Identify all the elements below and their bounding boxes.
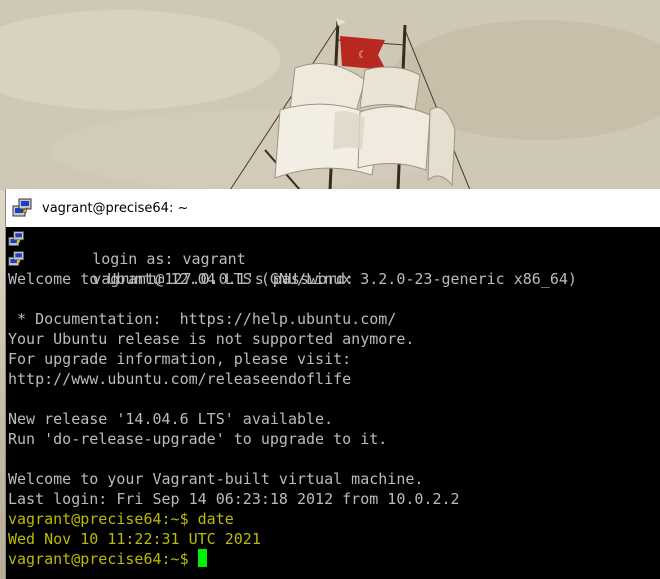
terminal-line: vagrant@precise64:~$	[8, 549, 207, 569]
terminal-cursor	[197, 549, 207, 567]
terminal-line: For upgrade information, please visit:	[8, 350, 352, 368]
window-titlebar[interactable]: vagrant@precise64: ~	[6, 189, 660, 228]
putty-icon	[12, 198, 32, 217]
putty-icon	[8, 251, 24, 266]
date-output: Wed Nov 10 11:22:31 UTC 2021	[8, 530, 261, 548]
putty-terminal-window[interactable]: vagrant@precise64: ~ login as: vagrant v…	[6, 189, 660, 579]
putty-icon	[8, 231, 24, 246]
terminal-line: New release '14.04.6 LTS' available.	[8, 410, 334, 428]
shell-prompt: vagrant@precise64:~$	[8, 550, 198, 568]
terminal-line: Wed Nov 10 11:22:31 UTC 2021	[8, 529, 261, 549]
terminal-line: login as: vagrant	[8, 229, 246, 268]
terminal-screen[interactable]: login as: vagrant vagrant@127.0.0.1's pa…	[6, 227, 660, 579]
terminal-line: Welcome to your Vagrant-built virtual ma…	[8, 470, 424, 488]
terminal-line: http://www.ubuntu.com/releaseendoflife	[8, 370, 352, 388]
terminal-line: Your Ubuntu release is not supported any…	[8, 330, 415, 348]
terminal-line: * Documentation: https://help.ubuntu.com…	[8, 310, 397, 328]
svg-text:☾: ☾	[358, 50, 367, 61]
shell-prompt-command: vagrant@precise64:~$ date	[8, 510, 234, 528]
window-title: vagrant@precise64: ~	[42, 200, 189, 216]
terminal-line: Run 'do-release-upgrade' to upgrade to i…	[8, 430, 388, 448]
terminal-line: vagrant@precise64:~$ date	[8, 509, 234, 529]
terminal-line: Last login: Fri Sep 14 06:23:18 2012 fro…	[8, 490, 460, 508]
terminal-line: Welcome to Ubuntu 12.04 LTS (GNU/Linux 3…	[8, 270, 577, 288]
sailing-ship-painting: ☾	[0, 0, 660, 190]
terminal-line: vagrant@127.0.0.1's password:	[8, 249, 354, 288]
